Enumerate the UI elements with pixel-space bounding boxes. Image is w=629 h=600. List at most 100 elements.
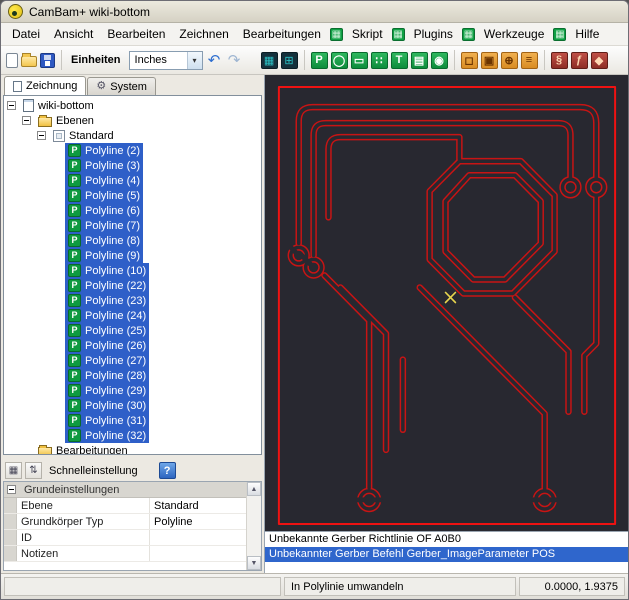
tree-item-polyline[interactable]: Polyline (3) — [65, 158, 143, 173]
tab-system[interactable]: ⚙ System — [87, 77, 156, 95]
menu-bearbeitungen[interactable]: Bearbeitungen — [236, 24, 328, 44]
poly-icon — [68, 294, 81, 307]
draw-polyline-icon[interactable]: P — [311, 52, 328, 69]
tree-item-polyline[interactable]: Polyline (31) — [65, 413, 149, 428]
property-indent-strip — [4, 546, 17, 561]
menu-hilfe[interactable]: Hilfe — [568, 24, 606, 44]
property-value[interactable]: Standard — [150, 498, 246, 513]
group-expander-icon[interactable] — [7, 485, 16, 494]
poly-icon — [68, 174, 81, 187]
menu-ansicht[interactable]: Ansicht — [47, 24, 100, 44]
drawing-canvas[interactable] — [265, 75, 628, 531]
scroll-down-icon[interactable]: ▼ — [247, 556, 261, 570]
menu-werkzeuge[interactable]: Werkzeuge — [477, 24, 551, 44]
tree-item-polyline-label: Polyline (8) — [85, 235, 140, 247]
tree-item-polyline[interactable]: Polyline (4) — [65, 173, 143, 188]
tree-item-polyline[interactable]: Polyline (23) — [65, 293, 149, 308]
message-row[interactable]: Unbekannter Gerber Befehl Gerber_ImagePa… — [265, 547, 628, 562]
draw-points-icon[interactable]: ∷ — [371, 52, 388, 69]
script-tool-icon[interactable]: § — [551, 52, 568, 69]
draw-rectangle-icon[interactable]: ▭ — [351, 52, 368, 69]
message-list: Unbekannte Gerber Richtlinie OF A0B0Unbe… — [265, 531, 628, 573]
tree-item-polyline[interactable]: Polyline (7) — [65, 218, 143, 233]
tree-item-polyline[interactable]: Polyline (32) — [65, 428, 149, 443]
property-value[interactable] — [150, 530, 246, 545]
cambam-logo-icon — [8, 4, 23, 19]
main-toolbar: Einheiten Inches ▾ ↶↷ ▦⊞ P◯▭∷T▤◉ ◻▣⊕≡ §ƒ… — [1, 46, 628, 75]
window-title: CamBam+ wiki-bottom — [29, 5, 150, 19]
tree-expander-icon[interactable] — [37, 131, 46, 140]
tree-item-polyline-label: Polyline (24) — [85, 310, 146, 322]
axes-toggle-icon[interactable]: ⊞ — [281, 52, 298, 69]
property-value[interactable] — [150, 546, 246, 561]
property-value[interactable]: Polyline — [150, 514, 246, 529]
nc-file-icon[interactable]: ƒ — [571, 52, 588, 69]
scroll-up-icon[interactable]: ▲ — [247, 482, 261, 496]
property-grid-scrollbar[interactable]: ▲ ▼ — [246, 482, 261, 570]
redo-icon[interactable]: ↷ — [226, 52, 243, 69]
tree-item-polyline[interactable]: Polyline (5) — [65, 188, 143, 203]
categorized-view-icon[interactable]: ▦ — [5, 462, 22, 479]
draw-surface-icon[interactable]: ▤ — [411, 52, 428, 69]
quick-settings-label: Schnelleinstellung — [49, 465, 138, 477]
tree-item-polyline[interactable]: Polyline (22) — [65, 278, 149, 293]
poly-icon — [68, 384, 81, 397]
tree-item-polyline[interactable]: Polyline (29) — [65, 383, 149, 398]
titlebar[interactable]: CamBam+ wiki-bottom — [1, 1, 628, 23]
mop-pocket-icon[interactable]: ▣ — [481, 52, 498, 69]
draw-region-icon[interactable]: ◉ — [431, 52, 448, 69]
save-file-icon[interactable] — [40, 53, 55, 68]
tree-item-polyline[interactable]: Polyline (26) — [65, 338, 149, 353]
tree-row: Polyline (29) — [4, 383, 261, 398]
tree-item-polyline-label: Polyline (23) — [85, 295, 146, 307]
tree-item-polyline[interactable]: Polyline (2) — [65, 143, 143, 158]
grid-toggle-icon[interactable]: ▦ — [261, 52, 278, 69]
menu-zeichnen[interactable]: Zeichnen — [172, 24, 235, 44]
drawing-tab-icon — [13, 81, 22, 92]
property-label: Notizen — [17, 546, 150, 561]
message-row[interactable]: Unbekannte Gerber Richtlinie OF A0B0 — [265, 532, 628, 547]
tree-item-polyline[interactable]: Polyline (27) — [65, 353, 149, 368]
tree-row: Polyline (3) — [4, 158, 261, 173]
poly-icon — [68, 339, 81, 352]
pcb-trace-core — [340, 287, 386, 449]
tree-item-polyline[interactable]: Polyline (10) — [65, 263, 149, 278]
tree-item-ebenen[interactable]: Ebenen — [35, 113, 97, 128]
menu-plugins[interactable]: Plugins — [407, 24, 460, 44]
tree-expander-icon[interactable] — [7, 101, 16, 110]
tree-item-polyline[interactable]: Polyline (25) — [65, 323, 149, 338]
tree-item-polyline[interactable]: Polyline (8) — [65, 233, 143, 248]
menu-datei[interactable]: Datei — [5, 24, 47, 44]
tree-item-polyline[interactable]: Polyline (28) — [65, 368, 149, 383]
machining-options-icon[interactable]: ◆ — [591, 52, 608, 69]
tree-item-bearbeitungen[interactable]: Bearbeitungen — [35, 443, 131, 455]
draw-text-icon[interactable]: T — [391, 52, 408, 69]
tree-item-polyline[interactable]: Polyline (30) — [65, 398, 149, 413]
menu-skript[interactable]: Skript — [345, 24, 390, 44]
tree-item-root[interactable]: wiki-bottom — [20, 98, 97, 113]
tree-item-standard[interactable]: Standard — [50, 128, 117, 143]
tree-row: Polyline (28) — [4, 368, 261, 383]
mop-engrave-icon[interactable]: ≡ — [521, 52, 538, 69]
tree-item-polyline[interactable]: Polyline (24) — [65, 308, 149, 323]
new-drawing-icon[interactable] — [6, 53, 18, 68]
help-icon[interactable]: ? — [159, 462, 176, 479]
tree-item-polyline-label: Polyline (6) — [85, 205, 140, 217]
property-group-header[interactable]: Grundeinstellungen — [4, 482, 246, 498]
units-dropdown[interactable]: Inches ▾ — [129, 51, 203, 70]
mop-profile-icon[interactable]: ◻ — [461, 52, 478, 69]
tree-item-polyline[interactable]: Polyline (6) — [65, 203, 143, 218]
tree-item-polyline[interactable]: Polyline (9) — [65, 248, 143, 263]
mop-drill-icon[interactable]: ⊕ — [501, 52, 518, 69]
alphabetical-sort-icon[interactable]: ⇅ — [25, 462, 42, 479]
draw-circle-icon[interactable]: ◯ — [331, 52, 348, 69]
tab-zeichnung[interactable]: Zeichnung — [4, 76, 86, 95]
tree-row: Polyline (25) — [4, 323, 261, 338]
menu-bearbeiten[interactable]: Bearbeiten — [100, 24, 172, 44]
toolbar-separator — [454, 50, 455, 70]
tree-expander-icon[interactable] — [22, 116, 31, 125]
tree-item-polyline-label: Polyline (22) — [85, 280, 146, 292]
tree-row: Polyline (10) — [4, 263, 261, 278]
undo-icon[interactable]: ↶ — [206, 52, 223, 69]
open-file-icon[interactable] — [21, 56, 37, 67]
